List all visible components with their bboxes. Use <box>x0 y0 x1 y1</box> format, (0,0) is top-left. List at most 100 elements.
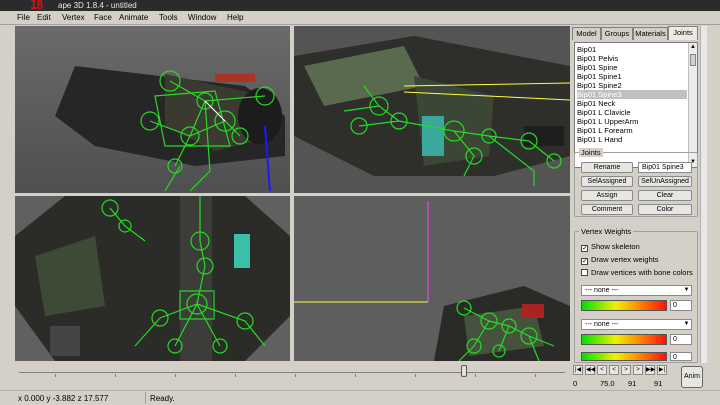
bone-weight-select-2-value: --- none --- <box>585 321 619 328</box>
joint-list-item[interactable]: Bip01 <box>577 45 687 54</box>
scrollbar-thumb[interactable] <box>690 54 696 66</box>
viewport-bottom-right-scene <box>294 196 570 361</box>
vertex-weights-legend: Vertex Weights <box>579 227 634 236</box>
show-skeleton-label: Show skeleton <box>591 242 640 251</box>
scroll-up-icon[interactable]: ▲ <box>689 43 697 52</box>
checkbox-checked-icon: ✓ <box>581 245 588 252</box>
joints-group-legend: Joints <box>579 148 603 157</box>
viewport-bottom-right[interactable] <box>294 196 570 361</box>
tab-joints[interactable]: Joints <box>668 26 698 40</box>
assign-button[interactable]: Assign <box>581 190 633 201</box>
menu-edit[interactable]: Edit <box>37 13 51 23</box>
menu-face[interactable]: Face <box>94 13 112 23</box>
window-title: ape 3D 1.8.4 - untitled <box>58 1 137 10</box>
panel-tabs: Model Groups Materials Joints <box>570 26 700 40</box>
checkbox-unchecked-icon <box>581 269 588 276</box>
timeline-slider-handle[interactable] <box>461 365 467 377</box>
sel-assigned-button[interactable]: SelAssigned <box>581 176 633 187</box>
bone-weight-select-1-value: --- none --- <box>585 287 619 294</box>
bone-weight-select-1[interactable]: --- none --- ▼ <box>581 285 692 296</box>
rename-button[interactable]: Rename <box>581 162 633 173</box>
tab-model[interactable]: Model <box>572 27 601 40</box>
timeline-tick <box>235 374 236 377</box>
joint-list-item[interactable]: Bip01 Spine2 <box>577 81 687 90</box>
timeline-tick <box>175 374 176 377</box>
joint-list-scrollbar[interactable]: ▲ ▼ <box>688 43 697 167</box>
menu-animate[interactable]: Animate <box>119 13 148 23</box>
weight-value-2[interactable]: 0 <box>670 334 692 345</box>
viewport-top-left-scene <box>15 26 290 193</box>
weight-slider-2[interactable] <box>581 334 667 345</box>
chevron-down-icon: ▼ <box>683 287 690 293</box>
viewport-bottom-left-scene <box>15 196 290 361</box>
status-message: Ready. <box>150 394 175 403</box>
chevron-down-icon: ▼ <box>683 321 690 327</box>
app-window: 18 ape 3D 1.8.4 - untitled File Edit Ver… <box>0 0 720 405</box>
menu-tools[interactable]: Tools <box>159 13 178 23</box>
timeline-tick <box>475 374 476 377</box>
weight-value-3[interactable]: 0 <box>670 352 692 361</box>
weight-value-1[interactable]: 0 <box>670 300 692 311</box>
weight-slider-3[interactable] <box>581 352 667 361</box>
color-button[interactable]: Color <box>638 204 692 215</box>
joint-list-item[interactable]: Bip01 L Forearm <box>577 126 687 135</box>
clear-button[interactable]: Clear <box>638 190 692 201</box>
draw-vertex-weights-checkbox[interactable]: ✓ Draw vertex weights <box>581 255 659 265</box>
total-frames-value[interactable]: 91 <box>654 378 674 389</box>
title-bar: 18 ape 3D 1.8.4 - untitled <box>0 0 720 12</box>
joint-list-item-selected[interactable]: Bip01 Spine3 <box>577 90 687 99</box>
next-frame-icon[interactable]: > <box>633 365 643 375</box>
menu-bar: File Edit Vertex Face Animate Tools Wind… <box>0 11 720 25</box>
menu-vertex[interactable]: Vertex <box>62 13 85 23</box>
frame-start-value[interactable]: 0 <box>573 378 595 389</box>
joint-list-item[interactable]: Bip01 Spine <box>577 63 687 72</box>
right-panel: Model Groups Materials Joints Bip01 Bip0… <box>570 26 700 363</box>
joint-list-item[interactable]: Bip01 L Clavicle <box>577 108 687 117</box>
animation-timeline[interactable] <box>15 362 570 384</box>
joint-list-item[interactable]: Bip01 Pelvis <box>577 54 687 63</box>
status-divider <box>145 392 146 404</box>
comment-button[interactable]: Comment <box>581 204 633 215</box>
draw-vertex-weights-label: Draw vertex weights <box>591 255 659 264</box>
joint-name-field[interactable]: Bip01 Spine3 <box>638 162 692 173</box>
joint-list-item[interactable]: Bip01 L UpperArm <box>577 117 687 126</box>
draw-bone-colors-checkbox[interactable]: Draw vertices with bone colors <box>581 268 693 278</box>
viewport-bottom-left[interactable] <box>15 196 290 361</box>
viewport-top-right[interactable] <box>294 26 570 193</box>
timeline-tick <box>55 374 56 377</box>
tab-materials[interactable]: Materials <box>633 27 668 40</box>
menu-help[interactable]: Help <box>227 13 243 23</box>
joint-list-item[interactable]: Bip01 Neck <box>577 99 687 108</box>
first-frame-icon[interactable]: |◀ <box>573 365 583 375</box>
bone-weight-select-2[interactable]: --- none --- ▼ <box>581 319 692 330</box>
next-key-icon[interactable]: ▶▶ <box>645 365 655 375</box>
last-frame-icon[interactable]: ▶| <box>657 365 667 375</box>
vertex-weights-group: Vertex Weights ✓ Show skeleton ✓ Draw vert… <box>574 227 698 363</box>
play-icon[interactable]: < <box>609 365 619 375</box>
joint-list-item[interactable]: Bip01 Spine1 <box>577 72 687 81</box>
fps-value[interactable]: 75.0 <box>600 378 624 389</box>
sel-unassigned-button[interactable]: SelUnAssigned <box>638 176 692 187</box>
playback-controls: |◀ ◀◀ < < > > ▶▶ ▶| 0 75.0 91 91 <box>570 364 682 390</box>
tab-groups[interactable]: Groups <box>601 27 633 40</box>
panel-scrollbar[interactable] <box>700 26 707 363</box>
timeline-tick <box>115 374 116 377</box>
show-skeleton-checkbox[interactable]: ✓ Show skeleton <box>581 242 640 252</box>
draw-bone-colors-label: Draw vertices with bone colors <box>591 268 693 277</box>
stop-icon[interactable]: > <box>621 365 631 375</box>
prev-key-icon[interactable]: ◀◀ <box>585 365 595 375</box>
joints-group: Joints Rename Bip01 Spine3 SelAssigned S… <box>574 148 698 217</box>
prev-frame-icon[interactable]: < <box>597 365 607 375</box>
anim-button[interactable]: Anim <box>681 366 703 388</box>
joint-list-item[interactable]: Bip01 L Hand <box>577 135 687 144</box>
cursor-coordinates: x 0.000 y -3.882 z 17.577 <box>18 394 109 403</box>
timeline-tick <box>415 374 416 377</box>
viewport-top-right-scene <box>294 26 570 193</box>
current-frame-value[interactable]: 91 <box>628 378 648 389</box>
viewport-top-left[interactable] <box>15 26 290 193</box>
weight-slider-1[interactable] <box>581 300 667 311</box>
menu-file[interactable]: File <box>17 13 30 23</box>
timeline-track <box>19 372 565 373</box>
status-bar: x 0.000 y -3.882 z 17.577 Ready. <box>0 390 720 405</box>
menu-window[interactable]: Window <box>188 13 216 23</box>
